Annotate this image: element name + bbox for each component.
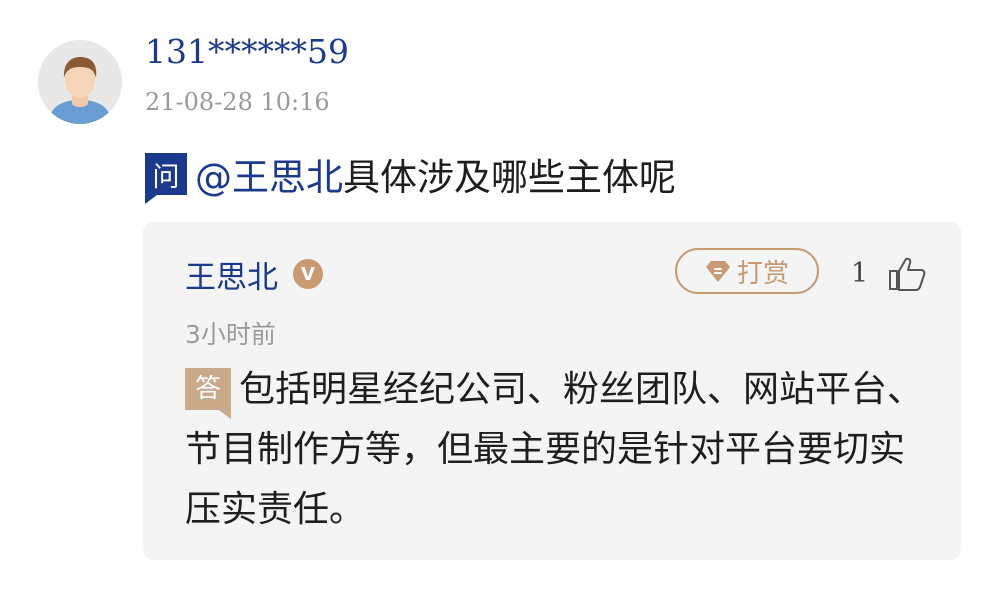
question-mention-link[interactable]: @王思北 [195, 147, 343, 201]
answer-card: 王思北 V 打赏 1 3小时前 答包括明星经纪公司、粉丝团队、网站平台、节目制作… [143, 222, 961, 560]
gem-icon [705, 259, 731, 283]
answer-badge: 答 [185, 368, 231, 419]
answer-timestamp: 3小时前 [185, 320, 276, 349]
asker-timestamp: 21-08-28 10:16 [145, 88, 330, 116]
like-count: 1 [851, 258, 869, 289]
answer-text: 包括明星经纪公司、粉丝团队、网站平台、节目制作方等，但最主要的是针对平台要切实压… [185, 369, 924, 530]
question-text: 具体涉及哪些主体呢 [343, 156, 676, 199]
asker-name[interactable]: 131******59 [145, 32, 349, 71]
question: 问 @王思北 具体涉及哪些主体呢 [145, 147, 676, 204]
asker-avatar[interactable] [38, 40, 122, 124]
question-badge: 问 [145, 153, 187, 204]
user-avatar-icon [38, 40, 122, 124]
verified-badge-icon: V [293, 259, 323, 289]
answer-body: 答包括明星经纪公司、粉丝团队、网站平台、节目制作方等，但最主要的是针对平台要切实… [185, 360, 925, 540]
thumbs-up-icon[interactable] [887, 256, 929, 292]
reward-button[interactable]: 打赏 [675, 248, 819, 294]
answerer-name[interactable]: 王思北 [185, 252, 278, 297]
reward-label: 打赏 [736, 258, 789, 289]
